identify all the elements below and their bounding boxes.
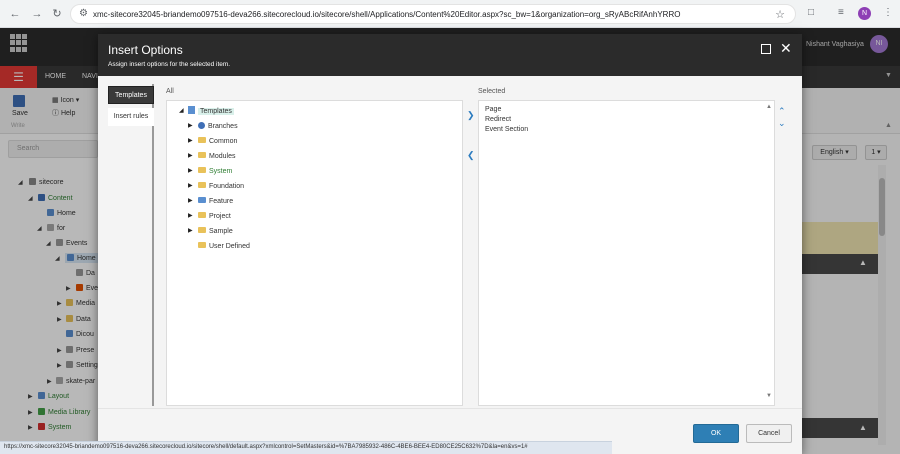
tree-expand-icon[interactable]: ▶ bbox=[188, 211, 193, 222]
url-text: xmc-sitecore32045-briandemo097516-deva26… bbox=[93, 10, 681, 19]
dialog-header: Insert Options Assign insert options for… bbox=[98, 34, 802, 76]
tree-node-label: Foundation bbox=[209, 183, 245, 190]
list-scroll-up-icon[interactable]: ▲ bbox=[766, 104, 772, 110]
add-to-selected-icon[interactable]: ❯ bbox=[467, 110, 475, 121]
dialog-title: Insert Options bbox=[108, 43, 183, 57]
address-bar[interactable]: ⚙ xmc-sitecore32045-briandemo097516-deva… bbox=[70, 4, 796, 24]
forward-icon[interactable]: → bbox=[30, 7, 44, 21]
tree-node-project[interactable]: Project bbox=[198, 211, 231, 222]
browser-menu-icon[interactable]: ⋮ bbox=[883, 7, 893, 18]
all-templates-tree: ◢ Templates ▶ Branches ▶ Common ▶ Module… bbox=[166, 100, 463, 406]
browser-profile-avatar[interactable]: N bbox=[858, 7, 871, 20]
tree-node-label: Common bbox=[209, 138, 238, 145]
maximize-icon[interactable] bbox=[761, 44, 771, 54]
tree-node-label: Branches bbox=[208, 123, 238, 130]
cancel-button[interactable]: Cancel bbox=[746, 424, 792, 443]
tree-expand-icon[interactable]: ▶ bbox=[188, 166, 193, 177]
tree-expand-icon[interactable]: ▶ bbox=[188, 121, 193, 132]
tree-node-label: Templates bbox=[198, 108, 234, 115]
tree-expand-icon[interactable]: ▶ bbox=[188, 226, 193, 237]
close-icon[interactable]: ✕ bbox=[780, 40, 792, 56]
list-item[interactable]: Page bbox=[485, 106, 501, 113]
insert-options-dialog: Insert Options Assign insert options for… bbox=[98, 34, 802, 454]
ok-button[interactable]: OK bbox=[693, 424, 739, 443]
list-item[interactable]: Redirect bbox=[485, 116, 511, 123]
extensions-icon[interactable]: □ bbox=[808, 7, 814, 18]
move-up-icon[interactable]: ⌃ bbox=[778, 106, 786, 117]
tree-expand-icon[interactable]: ▶ bbox=[188, 181, 193, 192]
tree-node-modules[interactable]: Modules bbox=[198, 151, 235, 162]
site-info-icon[interactable]: ⚙ bbox=[79, 8, 88, 19]
tree-node-label: Sample bbox=[209, 228, 233, 235]
back-icon[interactable]: ← bbox=[8, 7, 22, 21]
tree-node-foundation[interactable]: Foundation bbox=[198, 181, 244, 192]
tree-expand-icon[interactable]: ▶ bbox=[188, 151, 193, 162]
reload-icon[interactable]: ↻ bbox=[50, 7, 64, 21]
all-label: All bbox=[166, 88, 174, 95]
tree-node-feature[interactable]: Feature bbox=[198, 196, 233, 207]
selected-label: Selected bbox=[478, 88, 506, 95]
tree-node-user-defined[interactable]: User Defined bbox=[198, 241, 250, 252]
dialog-tabs: Templates Insert rules bbox=[106, 84, 154, 406]
dialog-subtitle: Assign insert options for the selected i… bbox=[108, 61, 231, 68]
tree-node-common[interactable]: Common bbox=[198, 136, 237, 147]
selected-templates-list: Page Redirect Event Section ▲ ▼ bbox=[478, 100, 775, 406]
bookmark-star-icon[interactable]: ☆ bbox=[775, 8, 785, 21]
list-scroll-down-icon[interactable]: ▼ bbox=[766, 393, 772, 399]
tree-node-label: System bbox=[209, 168, 233, 175]
browser-toolbar: ← → ↻ ⚙ xmc-sitecore32045-briandemo09751… bbox=[0, 0, 900, 28]
tree-expand-icon[interactable]: ▶ bbox=[188, 136, 193, 147]
status-url: https://xmc-sitecore32045-briandemo09751… bbox=[4, 444, 528, 450]
tree-collapse-icon[interactable]: ◢ bbox=[179, 106, 184, 117]
tree-expand-icon[interactable]: ▶ bbox=[188, 196, 193, 207]
tree-node-label: User Defined bbox=[209, 243, 250, 250]
move-down-icon[interactable]: ⌄ bbox=[778, 118, 786, 129]
tree-node-system[interactable]: System bbox=[198, 166, 232, 177]
tree-node-label: Project bbox=[209, 213, 231, 220]
tree-node-templates[interactable]: Templates bbox=[188, 106, 234, 117]
dialog-body: Templates Insert rules All ◢ Templates ▶… bbox=[98, 76, 802, 408]
list-item[interactable]: Event Section bbox=[485, 126, 528, 133]
media-controls-icon[interactable]: ≡ bbox=[838, 7, 844, 18]
tree-node-label: Modules bbox=[209, 153, 236, 160]
status-bar: https://xmc-sitecore32045-briandemo09751… bbox=[0, 441, 612, 454]
tree-node-sample[interactable]: Sample bbox=[198, 226, 233, 237]
remove-from-selected-icon[interactable]: ❮ bbox=[467, 150, 475, 161]
tree-node-label: Feature bbox=[209, 198, 234, 205]
tab-templates[interactable]: Templates bbox=[108, 86, 154, 104]
tab-insert-rules[interactable]: Insert rules bbox=[108, 108, 154, 126]
tree-node-branches[interactable]: Branches bbox=[198, 121, 238, 132]
